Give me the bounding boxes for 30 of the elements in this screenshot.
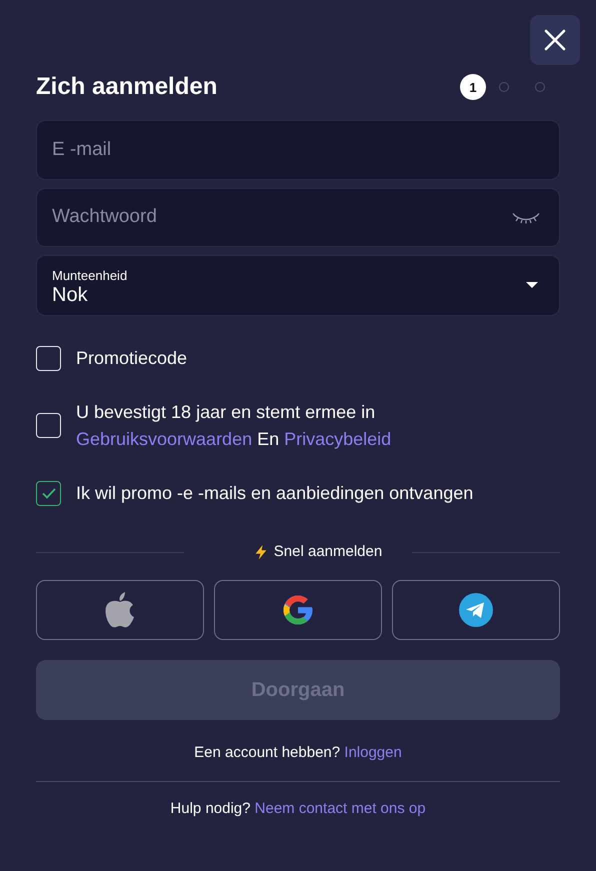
- checkbox-label: Promotiecode: [76, 346, 188, 370]
- select-value: Nok: [52, 283, 89, 308]
- close-button[interactable]: [530, 15, 580, 65]
- password-field[interactable]: Wachtwoord: [36, 188, 560, 247]
- google-signin-button[interactable]: [214, 580, 382, 640]
- telegram-signin-button[interactable]: [392, 580, 560, 640]
- google-icon: [281, 593, 315, 628]
- closed-eye-icon[interactable]: [512, 212, 540, 224]
- help-text: Hulp nodig? Neem contact met ons op: [169, 798, 427, 819]
- privacy-link[interactable]: Privacybeleid: [284, 428, 392, 449]
- consent-text: U bevestigt 18 jaar en stemt ermee in Gebruiksvoorwaarden En Privacybeleid: [76, 400, 392, 451]
- caret-icon: [526, 282, 538, 289]
- check-icon: [42, 488, 56, 499]
- login-link[interactable]: Inloggen: [344, 744, 402, 762]
- lightning-icon: [254, 544, 268, 561]
- terms-link[interactable]: Gebruiksvoorwaarden: [76, 428, 252, 449]
- currency-select[interactable]: Munteenheid Nok: [36, 254, 560, 316]
- contact-link[interactable]: Neem contact met ons op: [254, 800, 426, 817]
- select-label: Munteenheid: [52, 269, 128, 284]
- login-prompt-text: Een account hebben? Inloggen: [193, 743, 403, 764]
- step-indicator: 1: [460, 74, 486, 100]
- checkbox-label: Ik wil promo -e -mails en aanbiedingen ontvangen: [76, 482, 474, 505]
- telegram-icon: [459, 593, 493, 628]
- checkbox[interactable]: [36, 480, 61, 506]
- form-title: Zich aanmelden: [36, 73, 218, 102]
- email-field[interactable]: E -mail: [36, 120, 560, 180]
- apple-signin-button[interactable]: [36, 580, 204, 640]
- apple-icon: [104, 592, 136, 628]
- close-icon: [543, 28, 567, 52]
- section-label: Snel aanmelden: [274, 542, 382, 562]
